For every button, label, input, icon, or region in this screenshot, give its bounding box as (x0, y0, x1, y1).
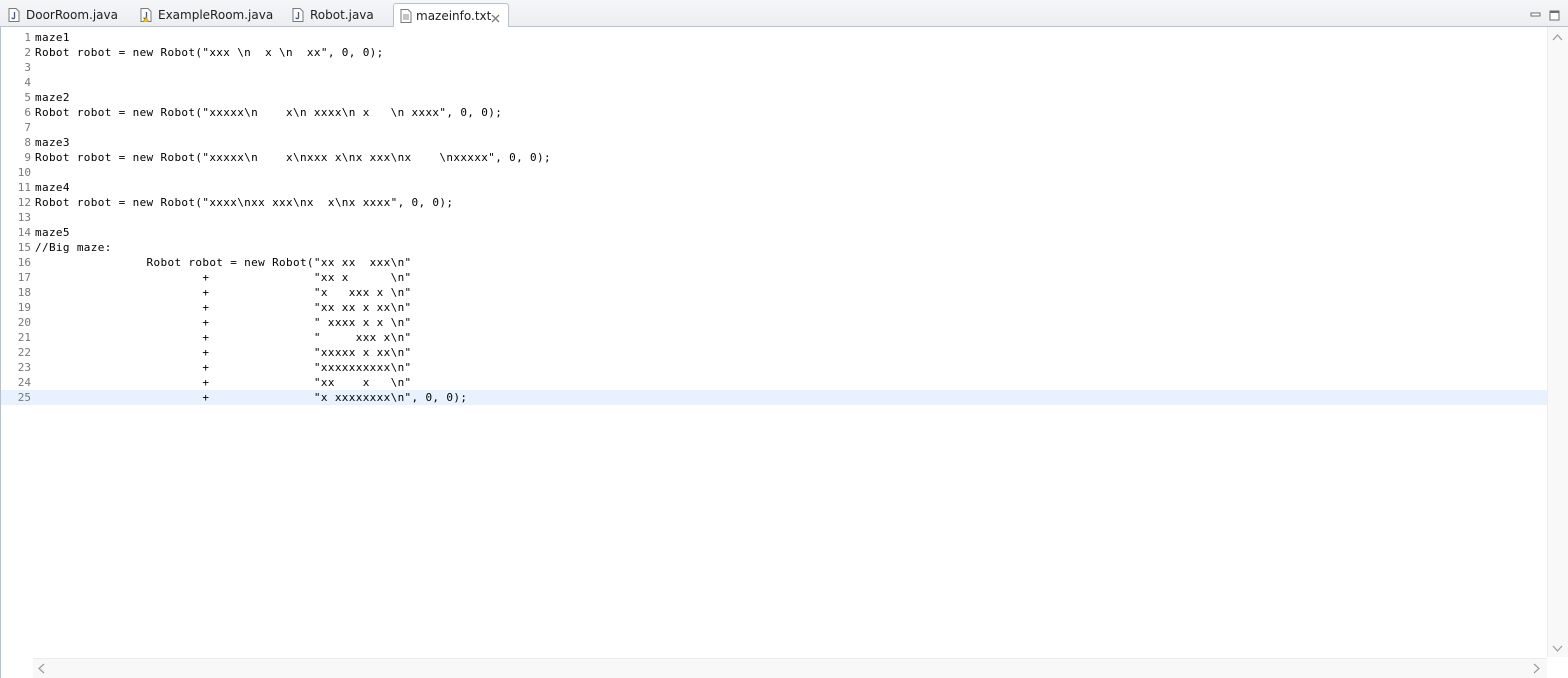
line-number: 20 (17, 316, 31, 329)
scroll-up-icon[interactable] (1552, 31, 1563, 43)
code-line[interactable]: 23 + "xxxxxxxxxx\n" (1, 360, 1547, 375)
line-text[interactable]: Robot robot = new Robot("xxxx\nxx xxx\nx… (35, 195, 453, 210)
line-number: 4 (24, 76, 31, 89)
line-text[interactable]: Robot robot = new Robot("xxx \n x \n xx"… (35, 45, 384, 60)
line-text[interactable]: maze2 (35, 90, 70, 105)
code-line[interactable]: 10 (1, 165, 1547, 180)
line-text[interactable]: + "xxxxx x xx\n" (35, 345, 412, 360)
line-number: 9 (24, 151, 31, 164)
line-text[interactable]: //Big maze: (35, 240, 112, 255)
code-line[interactable]: 1 maze1 (1, 30, 1547, 45)
code-line[interactable]: 13 (1, 210, 1547, 225)
tab-label: Robot.java (310, 8, 374, 22)
line-number: 24 (17, 376, 31, 389)
code-line[interactable]: 3 (1, 60, 1547, 75)
java-file-warning-icon (140, 7, 152, 23)
code-line[interactable]: 9 Robot robot = new Robot("xxxxx\n x\nxxx… (1, 150, 1547, 165)
line-number: 6 (24, 106, 31, 119)
line-text[interactable]: + "xx xx x xx\n" (35, 300, 412, 315)
line-text[interactable]: maze4 (35, 180, 70, 195)
line-text[interactable]: Robot robot = new Robot("xxxxx\n x\nxxx … (35, 150, 551, 165)
line-number: 17 (17, 271, 31, 284)
vertical-scrollbar[interactable] (1547, 27, 1568, 657)
line-number: 16 (17, 256, 31, 269)
line-number: 15 (17, 241, 31, 254)
tab-doorroom-java[interactable]: DoorRoom.java (8, 3, 130, 27)
code-line[interactable]: 21 + " xxx x\n" (1, 330, 1547, 345)
line-number: 22 (17, 346, 31, 359)
line-text[interactable]: + "x xxx x \n" (35, 285, 412, 300)
code-line[interactable]: 20 + " xxxx x x \n" (1, 315, 1547, 330)
editor-tab-bar: DoorRoom.java ExampleRoom.java Robot.jav… (0, 0, 1568, 28)
tab-label: mazeinfo.txt (416, 9, 492, 23)
line-number: 3 (24, 61, 31, 74)
line-number: 23 (17, 361, 31, 374)
code-line[interactable]: 2 Robot robot = new Robot("xxx \n x \n xx… (1, 45, 1547, 60)
line-text[interactable]: maze1 (35, 30, 70, 45)
line-number: 13 (17, 211, 31, 224)
line-text[interactable]: + "xx x \n" (35, 270, 412, 285)
code-line[interactable]: 25 + "x xxxxxxxx\n", 0, 0); (1, 390, 1547, 405)
line-text[interactable]: + "xx x \n" (35, 375, 412, 390)
code-line[interactable]: 15 //Big maze: (1, 240, 1547, 255)
text-editor[interactable]: 1 maze1 2 Robot robot = new Robot("xxx \n x… (0, 27, 1568, 678)
code-line[interactable]: 17 + "xx x \n" (1, 270, 1547, 285)
code-line[interactable]: 22 + "xxxxx x xx\n" (1, 345, 1547, 360)
line-number: 2 (24, 46, 31, 59)
line-text[interactable]: maze3 (35, 135, 70, 150)
code-line[interactable]: 8 maze3 (1, 135, 1547, 150)
line-number: 19 (17, 301, 31, 314)
code-line[interactable]: 6 Robot robot = new Robot("xxxxx\n x\n xx… (1, 105, 1547, 120)
line-number: 11 (17, 181, 31, 194)
line-number: 8 (24, 136, 31, 149)
line-number: 1 (24, 31, 31, 44)
line-text[interactable]: + " xxxx x x \n" (35, 315, 412, 330)
line-text[interactable]: + "x xxxxxxxx\n", 0, 0); (35, 390, 467, 405)
scroll-right-icon[interactable] (1533, 663, 1541, 676)
line-number: 5 (24, 91, 31, 104)
code-line[interactable]: 12 Robot robot = new Robot("xxxx\nxx xxx\… (1, 195, 1547, 210)
java-file-icon (292, 7, 304, 22)
line-number: 10 (17, 166, 31, 179)
java-file-icon (8, 7, 20, 22)
code-line[interactable]: 11 maze4 (1, 180, 1547, 195)
code-line[interactable]: 24 + "xx x \n" (1, 375, 1547, 390)
code-line[interactable]: 18 + "x xxx x \n" (1, 285, 1547, 300)
line-text[interactable]: + " xxx x\n" (35, 330, 412, 345)
line-number: 21 (17, 331, 31, 344)
scroll-down-icon[interactable] (1552, 643, 1563, 655)
code-line[interactable]: 4 (1, 75, 1547, 90)
line-number: 14 (17, 226, 31, 239)
line-number: 18 (17, 286, 31, 299)
text-file-icon (400, 8, 412, 23)
line-text[interactable]: + "xxxxxxxxxx\n" (35, 360, 412, 375)
line-number: 25 (17, 391, 31, 404)
line-number: 12 (17, 196, 31, 209)
code-line[interactable]: 7 (1, 120, 1547, 135)
line-number: 7 (24, 121, 31, 134)
code-line[interactable]: 5 maze2 (1, 90, 1547, 105)
line-text[interactable]: Robot robot = new Robot("xxxxx\n x\n xxx… (35, 105, 502, 120)
code-area[interactable]: 1 maze1 2 Robot robot = new Robot("xxx \n x… (1, 30, 1547, 405)
horizontal-scrollbar[interactable] (33, 658, 1547, 678)
tab-label: ExampleRoom.java (158, 8, 274, 22)
maximize-icon[interactable] (1549, 6, 1560, 25)
tab-robot-java[interactable]: Robot.java (292, 3, 387, 27)
code-line[interactable]: 16 Robot robot = new Robot("xx xx xxx\n" (1, 255, 1547, 270)
minimize-icon[interactable] (1530, 6, 1541, 25)
tab-label: DoorRoom.java (26, 8, 118, 22)
tab-mazeinfo-txt[interactable]: mazeinfo.txt (393, 3, 509, 28)
scroll-left-icon[interactable] (37, 663, 45, 676)
line-text[interactable]: maze5 (35, 225, 70, 240)
tab-exampleroom-java[interactable]: ExampleRoom.java (140, 3, 280, 27)
close-tab-icon[interactable] (490, 9, 501, 23)
code-line[interactable]: 14 maze5 (1, 225, 1547, 240)
code-line[interactable]: 19 + "xx xx x xx\n" (1, 300, 1547, 315)
line-text[interactable]: Robot robot = new Robot("xx xx xxx\n" (35, 255, 412, 270)
